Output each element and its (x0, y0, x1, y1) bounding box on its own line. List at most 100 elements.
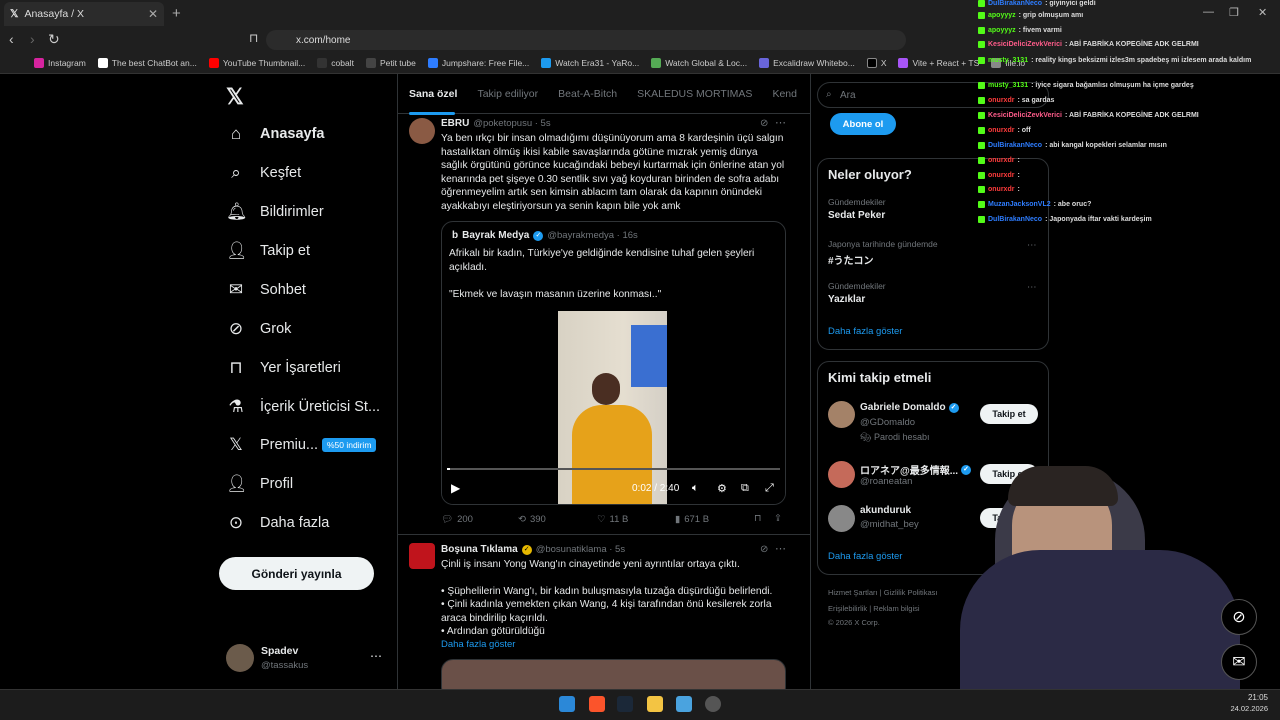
chat-username[interactable]: onurxdr (988, 97, 1014, 104)
steam-icon[interactable] (617, 696, 633, 712)
nav-chat[interactable]: ✉ Sohbet (226, 277, 306, 303)
trend-more-icon[interactable]: ⋯ (1027, 240, 1037, 251)
grok-icon[interactable]: ⊘ (760, 544, 768, 555)
chat-username[interactable]: KesiciDeliciZevkVerici (988, 41, 1062, 48)
tweet-author-name[interactable]: EBRU (441, 118, 469, 129)
follow-suggestion-name[interactable]: akunduruk (860, 505, 911, 516)
bookmark-cobalt[interactable]: cobalt (317, 57, 354, 68)
nav-premium[interactable]: 𝕏 Premiu... (226, 432, 318, 458)
maximize-icon[interactable]: ❐ (1229, 6, 1239, 19)
more-icon[interactable]: ⋯ (775, 116, 786, 129)
obs-icon[interactable] (705, 696, 721, 712)
bookmark-petit-tube[interactable]: Petit tube (365, 57, 416, 68)
trend-item[interactable]: Gündemdekiler Yazıklar (828, 281, 886, 305)
messages-fab-icon[interactable]: ✉ (1221, 644, 1257, 680)
bookmark-chatbot[interactable]: The best ChatBot an... (97, 57, 197, 68)
chat-username[interactable]: MuzanJacksonVL2 (988, 201, 1051, 208)
grok-fab-icon[interactable]: ⊘ (1221, 599, 1257, 635)
close-window-icon[interactable]: ✕ (1258, 6, 1267, 19)
tweet-author-handle[interactable]: @bosunatiklama · 5s (536, 544, 625, 555)
nav-profile[interactable]: 👤︎ Profil (226, 471, 293, 497)
nav-bookmarks[interactable]: ⊓ Yer İşaretleri (226, 355, 341, 381)
avatar[interactable] (828, 461, 855, 488)
account-menu-icon[interactable]: ⋯ (370, 649, 382, 663)
repost-action[interactable]: ⟲ 390 (518, 514, 546, 525)
chat-username[interactable]: musty_3131 (988, 82, 1028, 89)
subscribe-button[interactable]: Abone ol (830, 113, 896, 135)
bookmark-era31[interactable]: Watch Era31 - YaRo... (541, 57, 639, 68)
back-icon[interactable]: ‹ (9, 31, 14, 47)
avatar[interactable] (828, 401, 855, 428)
nav-more[interactable]: ⊙ Daha fazla (226, 510, 329, 536)
nav-follow[interactable]: 👤︎ Takip et (226, 238, 310, 264)
brave-icon[interactable] (589, 696, 605, 712)
nav-notifications[interactable]: 🔔︎ Bildirimler (226, 199, 324, 225)
post-button[interactable]: Gönderi yayınla (219, 557, 374, 590)
chat-username[interactable]: apoyyyz (988, 27, 1016, 34)
trend-more-icon[interactable]: ⋯ (1027, 282, 1037, 293)
more-icon[interactable]: ⋯ (775, 542, 786, 555)
nav-creator-studio[interactable]: ⚗ İçerik Üreticisi St... (226, 394, 380, 420)
avatar[interactable] (828, 505, 855, 532)
tweet-author-name[interactable]: Boşuna Tıklama (441, 544, 518, 555)
trend-item[interactable]: Gündemdekiler Sedat Peker (828, 197, 886, 221)
reply-action[interactable]: 💬︎ 200 (441, 514, 473, 525)
bookmark-vite[interactable]: Vite + React + TS (898, 57, 979, 68)
tab-for-you[interactable]: Sana özel (409, 88, 457, 100)
chat-username[interactable]: KesiciDeliciZevkVerici (988, 112, 1062, 119)
new-tab-icon[interactable]: + (172, 5, 181, 22)
bookmark-jumpshare[interactable]: Jumpshare: Free File... (427, 57, 529, 68)
views-action[interactable]: ▮ 671 B (675, 514, 709, 525)
tab-beat-a-bitch[interactable]: Beat-A-Bitch (558, 88, 617, 100)
nav-explore[interactable]: ⌕ Keşfet (226, 160, 301, 186)
close-tab-icon[interactable]: ✕ (148, 7, 158, 21)
chat-username[interactable]: onurxdr (988, 186, 1014, 193)
chat-username[interactable]: DulBirakanNeco (988, 142, 1042, 149)
share-icon[interactable]: ⇪ (774, 513, 782, 524)
bookmark-youtube-thumbnail[interactable]: YouTube Thumbnail... (208, 57, 305, 68)
follow-show-more[interactable]: Daha fazla göster (828, 551, 902, 562)
nav-grok[interactable]: ⊘ Grok (226, 316, 292, 342)
follow-button[interactable]: Takip et (980, 404, 1038, 424)
avatar[interactable] (409, 118, 435, 144)
footer-links[interactable]: Hizmet Şartları | Gizlilik Politikası (828, 588, 937, 597)
avatar[interactable] (226, 644, 254, 672)
nav-home[interactable]: ⌂ Anasayfa (226, 121, 325, 147)
like-action[interactable]: ♡ 11 B (597, 514, 628, 525)
volume-icon[interactable]: 🔈︎ (692, 482, 699, 495)
grok-icon[interactable]: ⊘ (760, 118, 768, 129)
pip-icon[interactable]: ⧉ (741, 482, 749, 495)
tab-following[interactable]: Takip ediliyor (477, 88, 538, 100)
url-field[interactable]: x.com/home (266, 30, 906, 50)
chat-username[interactable]: apoyyyz (988, 12, 1016, 19)
bookmark-x[interactable]: X (866, 57, 886, 68)
tab-skaledus[interactable]: SKALEDUS MORTIMAS (637, 88, 752, 100)
follow-suggestion-name[interactable]: Gabriele Domaldo ✓ (860, 402, 959, 413)
chat-username[interactable]: musty_3131 (988, 57, 1028, 64)
bookmark-icon[interactable]: ⊓ (754, 513, 761, 524)
folder-icon[interactable] (647, 696, 663, 712)
chat-username[interactable]: onurxdr (988, 127, 1014, 134)
x-logo-icon[interactable]: 𝕏 (226, 84, 244, 110)
video-progress-track[interactable] (447, 468, 780, 470)
tab-kend[interactable]: Kend (772, 88, 797, 100)
minimize-icon[interactable]: — (1203, 6, 1214, 18)
avatar[interactable] (409, 543, 435, 569)
trend-item[interactable]: Japonya tarihinde gündemde #うたコン (828, 239, 938, 267)
app-icon[interactable] (676, 696, 692, 712)
chat-username[interactable]: DulBirakanNeco (988, 0, 1042, 7)
bookmark-page-icon[interactable]: ⊓ (249, 31, 258, 45)
fullscreen-icon[interactable]: ⤢ (765, 482, 774, 495)
reload-icon[interactable]: ↻ (48, 31, 60, 48)
trends-show-more[interactable]: Daha fazla göster (828, 326, 902, 337)
forward-icon[interactable]: › (30, 31, 35, 47)
quote-tweet[interactable]: b Bayrak Medya ✓ @bayrakmedya · 16s Afri… (441, 221, 786, 505)
bookmark-watch-global[interactable]: Watch Global & Loc... (651, 57, 747, 68)
tweet-author-handle[interactable]: @poketopusu · 5s (473, 118, 550, 129)
settings-icon[interactable]: ⚙ (717, 482, 727, 495)
chat-username[interactable]: DulBirakanNeco (988, 216, 1042, 223)
bookmark-instagram[interactable]: Instagram (34, 57, 86, 68)
browser-tab[interactable]: 𝕏 Anasayfa / X ✕ (4, 2, 164, 26)
video-player[interactable]: ▶ 0:02 / 2:40 🔈︎ ⚙ ⧉ ⤢ (442, 311, 785, 504)
chat-username[interactable]: onurxdr (988, 157, 1014, 164)
